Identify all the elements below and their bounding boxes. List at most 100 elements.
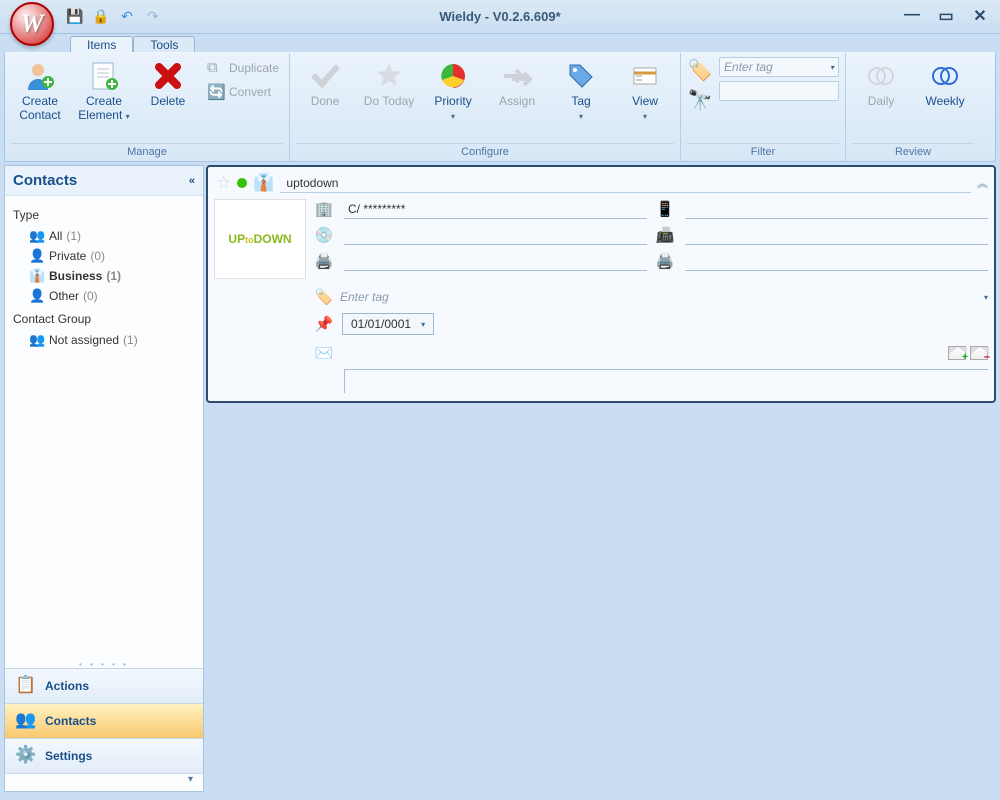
do-today-button[interactable]: Do Today	[360, 57, 418, 111]
main-area: Contacts « Type 👥All (1)👤Private (0)👔Bus…	[0, 162, 1000, 796]
sidebar-header: Contacts «	[5, 166, 203, 196]
daily-icon	[864, 59, 898, 93]
group-section-label: Contact Group	[13, 312, 199, 326]
type-icon: 👤	[29, 288, 45, 304]
sidebar-body: Type 👥All (1)👤Private (0)👔Business (1)👤O…	[5, 196, 203, 660]
add-email-button[interactable]	[948, 346, 966, 360]
sidebar: Contacts « Type 👥All (1)👤Private (0)👔Bus…	[4, 165, 204, 792]
assign-button[interactable]: Assign	[488, 57, 546, 111]
add-document-icon	[87, 59, 121, 93]
address-field[interactable]	[344, 199, 647, 219]
type-item-private[interactable]: 👤Private (0)	[9, 246, 199, 266]
binoculars-icon: 🔭	[687, 87, 713, 113]
ribbon-label-configure: Configure	[296, 143, 674, 161]
mobile-icon: 📱	[655, 199, 675, 219]
priority-button[interactable]: Priority▾	[424, 57, 482, 125]
envelope-icon: ✉️	[314, 343, 334, 363]
sidebar-nav: 📋 Actions 👥 Contacts ⚙️ Settings	[5, 668, 203, 773]
type-item-all[interactable]: 👥All (1)	[9, 226, 199, 246]
delete-button[interactable]: Delete	[139, 57, 197, 111]
lock-icon[interactable]: 🔒	[92, 8, 110, 26]
ribbon-group-configure: Done Do Today Priority▾ Assign	[290, 53, 681, 161]
detail-tag-row[interactable]: 🏷️ Enter tag ▾	[314, 287, 988, 307]
title-bar: W 💾 🔒 ↶ ↷ Wieldy - V0.2.6.609* — ▭ ✕	[0, 0, 1000, 34]
chevron-down-icon: ▾	[984, 293, 988, 302]
convert-button[interactable]: 🔄 Convert	[203, 81, 283, 103]
settings-icon: ⚙️	[15, 745, 37, 767]
ribbon-group-manage: Create Contact Create Element ▾ Delete ⧉…	[5, 53, 290, 161]
printer2-icon: 🖨️	[655, 251, 675, 271]
convert-icon: 🔄	[207, 83, 225, 101]
detail-date-row: 📌 01/01/0001 ▾	[314, 313, 988, 335]
type-section-label: Type	[13, 208, 199, 222]
window-controls: — ▭ ✕	[902, 6, 990, 26]
mobile-field[interactable]	[685, 199, 988, 219]
collapse-detail-icon[interactable]: ︽	[977, 175, 988, 191]
favorite-star-icon[interactable]: ☆	[216, 173, 231, 193]
filter-tag-icon: 🏷️	[687, 57, 713, 83]
view-button[interactable]: View▾	[616, 57, 674, 125]
pin-icon: 📌	[314, 314, 334, 334]
fax-field[interactable]	[685, 225, 988, 245]
done-button[interactable]: Done	[296, 57, 354, 111]
redo-icon[interactable]: ↷	[144, 8, 162, 26]
tag-button[interactable]: Tag▾	[552, 57, 610, 125]
field-4[interactable]	[685, 251, 988, 271]
create-element-button[interactable]: Create Element ▾	[75, 57, 133, 125]
quick-access-toolbar: 💾 🔒 ↶ ↷	[66, 8, 162, 26]
field-3[interactable]	[344, 251, 647, 271]
contact-avatar[interactable]: UPtoDOWN	[214, 199, 306, 279]
app-logo[interactable]: W	[10, 2, 54, 46]
weekly-button[interactable]: Weekly	[916, 57, 974, 111]
building-icon: 🏢	[314, 199, 334, 219]
view-icon	[628, 59, 662, 93]
duplicate-icon: ⧉	[207, 59, 225, 77]
group-item[interactable]: 👥Not assigned (1)	[9, 330, 199, 350]
add-contact-icon	[23, 59, 57, 93]
tag-icon	[564, 59, 598, 93]
collapse-sidebar-icon[interactable]: «	[189, 175, 195, 187]
create-contact-button[interactable]: Create Contact	[11, 57, 69, 125]
notes-field[interactable]	[344, 369, 988, 393]
type-item-business[interactable]: 👔Business (1)	[9, 266, 199, 286]
type-icon: 👔	[29, 268, 45, 284]
tab-items[interactable]: Items	[70, 36, 133, 52]
type-item-other[interactable]: 👤Other (0)	[9, 286, 199, 306]
nav-actions[interactable]: 📋 Actions	[5, 668, 203, 703]
nav-contacts[interactable]: 👥 Contacts	[5, 703, 203, 738]
status-dot-icon	[237, 178, 247, 188]
priority-icon	[436, 59, 470, 93]
fields-grid: 🏢 📱 💿 📠 🖨️ 🖨️	[314, 199, 988, 279]
sidebar-footer[interactable]: ▾	[5, 773, 203, 791]
field-2[interactable]	[344, 225, 647, 245]
tag-small-icon: 🏷️	[314, 287, 334, 307]
undo-icon[interactable]: ↶	[118, 8, 136, 26]
business-person-icon: 👔	[253, 173, 274, 193]
remove-email-button[interactable]	[970, 346, 988, 360]
tab-tools[interactable]: Tools	[133, 36, 195, 52]
ribbon: Create Contact Create Element ▾ Delete ⧉…	[4, 52, 996, 162]
duplicate-button[interactable]: ⧉ Duplicate	[203, 57, 283, 79]
filter-tag-input[interactable]: Enter tag ▾	[719, 57, 839, 77]
date-picker[interactable]: 01/01/0001 ▾	[342, 313, 434, 335]
maximize-button[interactable]: ▭	[936, 6, 956, 26]
star-icon	[372, 59, 406, 93]
ribbon-label-filter: Filter	[687, 143, 839, 161]
detail-header: ☆ 👔 uptodown ︽	[214, 171, 988, 199]
save-icon[interactable]: 💾	[66, 8, 84, 26]
ribbon-tabs: Items Tools	[0, 34, 1000, 52]
daily-button[interactable]: Daily	[852, 57, 910, 111]
ribbon-group-review: Daily Weekly Review	[846, 53, 980, 161]
nav-settings[interactable]: ⚙️ Settings	[5, 738, 203, 773]
ribbon-label-manage: Manage	[11, 143, 283, 161]
chevron-down-icon: ▾	[421, 320, 425, 329]
close-button[interactable]: ✕	[970, 6, 990, 26]
sidebar-grip[interactable]: • • • • •	[5, 660, 203, 668]
minimize-button[interactable]: —	[902, 6, 922, 26]
assign-icon	[500, 59, 534, 93]
contact-name-input[interactable]: uptodown	[280, 174, 971, 193]
delete-icon	[151, 59, 185, 93]
contact-detail-card: ☆ 👔 uptodown ︽ UPtoDOWN 🏢 📱 💿	[206, 165, 996, 403]
filter-search-input[interactable]	[719, 81, 839, 101]
type-icon: 👤	[29, 248, 45, 264]
